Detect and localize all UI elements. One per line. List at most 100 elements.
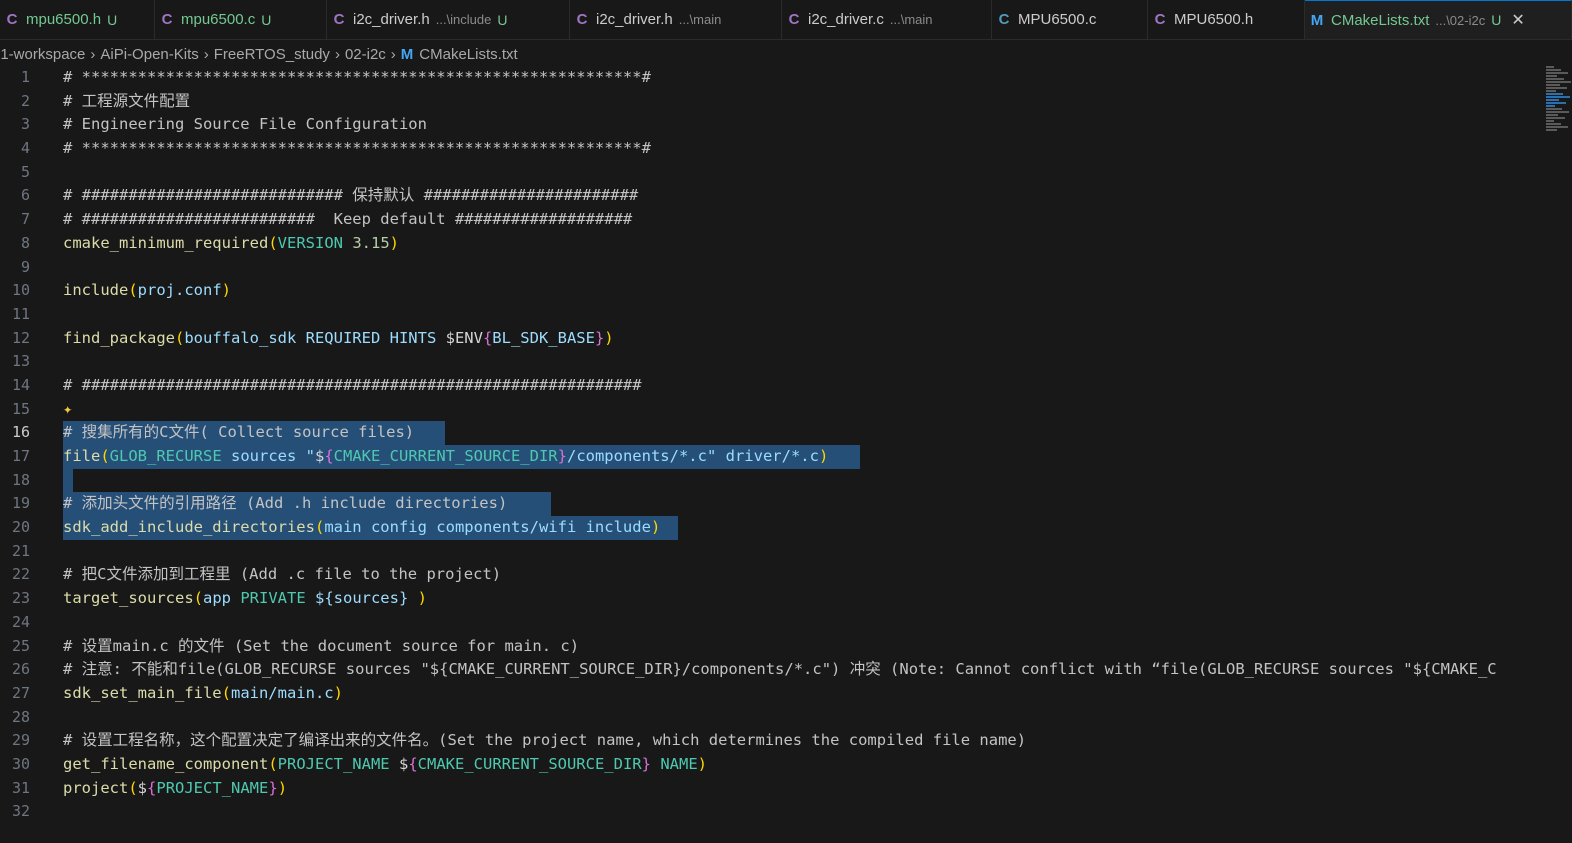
code-line[interactable]: 23 target_sources(app PRIVATE ${sources} … [0,587,1540,611]
code-line[interactable]: 1 # *************************************… [0,66,1540,90]
code-line[interactable]: 18 [0,468,1540,493]
line-number: 21 [11,541,30,560]
line-number: 29 [11,731,30,750]
code-text: # 工程源文件配置 [63,91,191,110]
code-line[interactable]: 6 # ############################ 保持默认 ###… [0,184,1540,208]
code-line[interactable]: 32 [0,800,1540,824]
code-line[interactable]: 19 # 添加头文件的引用路径 (Add .h include directori… [0,492,1540,517]
tab-path: ...\main [678,12,722,27]
cmake-file-icon: M [1310,11,1324,29]
editor-tab[interactable]: C MPU6500.h [1148,0,1305,39]
line-number: 20 [11,518,30,537]
code-line[interactable]: 7 # ######################### Keep defaul… [0,208,1540,232]
code-line[interactable]: 16 # 搜集所有的C文件( Collect source files) [0,421,1540,445]
code-line[interactable]: 12 find_package(bouffalo_sdk REQUIRED HIN… [0,327,1540,351]
code-line[interactable]: 13 [0,350,1540,374]
code-line[interactable]: 3 # Engineering Source File Configuration [0,113,1540,137]
line-number: 5 [20,162,30,181]
code-text: # 设置main.c 的文件 (Set the document source … [63,636,580,655]
line-number: 28 [11,707,30,726]
minimap-line [1546,93,1563,95]
code-text: # 把C文件添加到工程里 (Add .c file to the project… [63,565,502,584]
line-number: 31 [11,778,30,797]
editor-tab[interactable]: Ci2c_driver.h ...\include U [327,0,570,39]
minimap-line [1546,99,1559,101]
code-line[interactable]: 15 ✦ [0,398,1540,422]
chevron-right-icon: › [334,45,340,63]
editor-tab[interactable]: Cmpu6500.h U [0,0,155,39]
code-line[interactable]: 31 project(${PROJECT_NAME}) [0,777,1540,801]
code-text: target_sources(app PRIVATE ${sources} ) [63,589,427,608]
code-line[interactable]: 20 sdk_add_include_directories(main confi… [0,516,1540,540]
code-line[interactable]: 4 # *************************************… [0,137,1540,161]
breadcrumb-item[interactable]: FreeRTOS_study [214,46,330,63]
code-line[interactable]: 28 [0,706,1540,730]
ai-sparkle-icon: ✦ [63,399,73,418]
line-number: 26 [11,660,30,679]
chevron-right-icon: › [90,45,96,63]
line-number: 14 [11,375,30,394]
minimap-line [1546,72,1568,74]
code-line[interactable]: 21 [0,540,1540,564]
code-text: sdk_add_include_directories(main config … [63,518,661,537]
tab-filename: MPU6500.h [1174,11,1254,28]
breadcrumb-file[interactable]: CMakeLists.txt [419,46,517,63]
tab-git-status: U [1491,12,1502,28]
code-text: # ######################################… [63,375,642,394]
editor-tab[interactable]: C MPU6500.c [992,0,1148,39]
minimap-line [1546,108,1562,110]
line-number: 19 [11,494,30,513]
code-line[interactable]: 11 [0,303,1540,327]
code-text: sdk_set_main_file(main/main.c) [63,683,343,702]
code-line[interactable]: 27 sdk_set_main_file(main/main.c) [0,682,1540,706]
code-text: # 添加头文件的引用路径 (Add .h include directories… [63,494,508,513]
code-line[interactable]: 22 # 把C文件添加到工程里 (Add .c file to the proje… [0,563,1540,587]
c-file-icon: C [333,11,345,28]
code-line[interactable]: 25 # 设置main.c 的文件 (Set the document sourc… [0,635,1540,659]
minimap-line [1546,75,1557,77]
code-line[interactable]: 2 # 工程源文件配置 [0,90,1540,114]
code-line[interactable]: 5 [0,161,1540,185]
c-file-icon: C [576,11,588,28]
code-line[interactable]: 9 [0,256,1540,280]
minimap[interactable] [1546,66,1572,136]
code-line[interactable]: 17 file(GLOB_RECURSE sources "${CMAKE_CUR… [0,445,1540,469]
breadcrumb-item[interactable]: 01-workspace [0,46,85,63]
breadcrumb-item[interactable]: AiPi-Open-Kits [100,46,198,63]
selection-highlight [63,468,73,493]
code-line[interactable]: 14 # ####################################… [0,374,1540,398]
code-editor[interactable]: 1 # *************************************… [0,66,1540,843]
minimap-line [1546,69,1561,71]
c-file-icon: C [1154,11,1166,28]
code-line[interactable]: 29 # 设置工程名称，这个配置决定了编译出来的文件名。(Set the proj… [0,729,1540,753]
code-line[interactable]: 30 get_filename_component(PROJECT_NAME ${… [0,753,1540,777]
code-text: project(${PROJECT_NAME}) [63,778,288,797]
code-line[interactable]: 26 # 注意: 不能和file(GLOB_RECURSE sources "${… [0,658,1540,682]
line-number: 23 [11,589,30,608]
tab-filename: mpu6500.c [181,11,256,28]
tab-git-status: U [261,11,272,28]
line-number: 13 [11,352,30,371]
editor-tab[interactable]: Ci2c_driver.c ...\main [782,0,992,39]
line-number: 32 [11,802,30,821]
tab-filename: i2c_driver.h [353,11,430,28]
line-number: 16 [11,423,30,442]
breadcrumb: 01-workspace › AiPi-Open-Kits › FreeRTOS_stu… [0,40,1572,68]
minimap-line [1546,126,1568,128]
tab-filename: MPU6500.c [1018,11,1097,28]
minimap-line [1546,105,1555,107]
code-line[interactable]: 24 [0,611,1540,635]
tab-filename: mpu6500.h [26,11,102,28]
breadcrumb-item[interactable]: 02-i2c [345,46,386,63]
code-text: # 设置工程名称，这个配置决定了编译出来的文件名。(Set the projec… [63,731,1027,750]
close-icon[interactable]: ✕ [1511,10,1524,30]
editor-tab[interactable]: Ci2c_driver.h ...\main [570,0,782,39]
cmake-file-icon: M [400,45,414,63]
line-number: 30 [11,754,30,773]
editor-tab[interactable]: M CMakeLists.txt ...\02-i2c U ✕ [1305,0,1572,39]
code-line[interactable]: 10 include(proj.conf) [0,279,1540,303]
code-line[interactable]: 8 cmake_minimum_required(VERSION 3.15) [0,232,1540,256]
line-number: 25 [11,636,30,655]
minimap-line [1546,66,1554,68]
editor-tab[interactable]: Cmpu6500.c U [155,0,327,39]
